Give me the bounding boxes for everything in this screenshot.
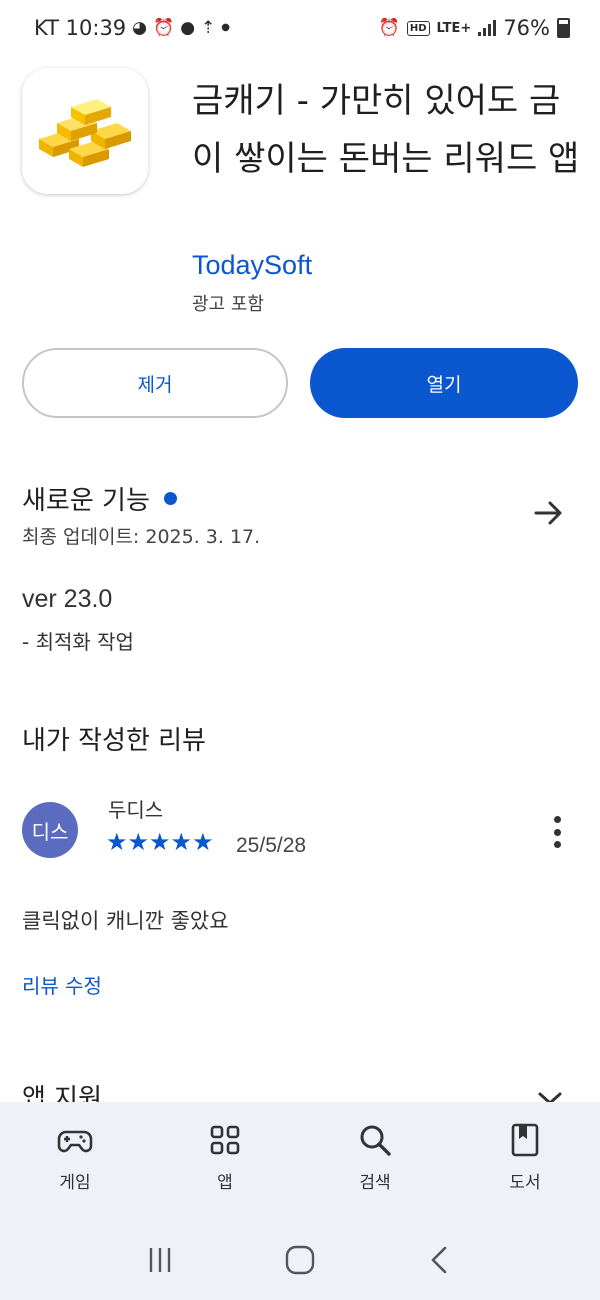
nav-label-games: 게임 [59, 1173, 91, 1193]
battery-percent: 76% [503, 16, 550, 40]
back-button[interactable] [420, 1240, 460, 1280]
whats-new-title: 새로운 기능 [22, 486, 150, 516]
hd-voice-icon: HD [406, 20, 430, 36]
version-text: ver 23.0 [22, 585, 113, 613]
reviewer-name: 두디스 [108, 798, 164, 822]
developer-link[interactable]: TodaySoft [192, 250, 312, 281]
book-icon [511, 1123, 539, 1157]
nav-label-search: 검색 [359, 1173, 391, 1193]
status-bar-left: KT 10:39 ◕ ⏰ ● ⇡ ● [34, 16, 230, 40]
chat-icon: ● [180, 17, 196, 38]
last-updated: 최종 업데이트: 2025. 3. 17. [22, 526, 261, 548]
open-button[interactable]: 열기 [310, 348, 578, 418]
back-icon [431, 1246, 447, 1274]
notification-app-icon: ◕ [132, 17, 148, 38]
ads-label: 광고 포함 [192, 294, 264, 315]
recent-apps-button[interactable] [140, 1240, 180, 1280]
app-icon [22, 68, 148, 194]
bottom-navigation: 게임 앱 검색 도서 [0, 1102, 600, 1220]
apps-grid-icon [210, 1125, 240, 1155]
search-icon [360, 1125, 391, 1156]
signal-icon [478, 20, 497, 36]
review-date: 25/5/28 [236, 834, 307, 857]
nav-item-apps[interactable]: 앱 [150, 1102, 300, 1220]
nav-item-games[interactable]: 게임 [0, 1102, 150, 1220]
remove-button[interactable]: 제거 [22, 348, 288, 418]
new-indicator-dot [163, 492, 177, 505]
nav-label-apps: 앱 [217, 1173, 233, 1193]
gamepad-icon [57, 1130, 93, 1153]
more-notifications-icon: ● [221, 22, 231, 33]
whats-new-section-header[interactable]: 새로운 기능 [22, 480, 177, 517]
status-bar: KT 10:39 ◕ ⏰ ● ⇡ ● ⏰ HD LTE+ 76% [0, 0, 600, 56]
release-notes: - 최적화 작업 [22, 630, 134, 654]
system-navigation-bar [0, 1220, 600, 1300]
gold-bars-icon [39, 99, 131, 167]
battery-icon [557, 18, 570, 38]
edit-review-link[interactable]: 리뷰 수정 [22, 970, 102, 999]
status-bar-right: ⏰ HD LTE+ 76% [379, 16, 570, 40]
home-icon [285, 1245, 315, 1275]
star-rating: ★★★★★ [106, 828, 214, 856]
network-type: LTE+ [436, 20, 472, 36]
nav-label-books: 도서 [509, 1173, 541, 1193]
nav-item-books[interactable]: 도서 [450, 1102, 600, 1220]
sync-icon: ⇡ [201, 17, 216, 38]
app-title: 금캐기 - 가만히 있어도 금이 쌓이는 돈버는 리워드 앱 [192, 81, 580, 179]
alarm-icon: ⏰ [378, 17, 400, 38]
my-review-heading: 내가 작성한 리뷰 [22, 726, 206, 756]
recent-apps-icon [149, 1248, 171, 1272]
carrier-time: KT 10:39 [34, 16, 127, 40]
alarm-icon: ⏰ [153, 17, 175, 38]
avatar: 디스 [22, 802, 78, 858]
more-options-icon[interactable] [544, 812, 570, 852]
review-text: 클릭없이 캐니깐 좋았요 [22, 909, 229, 933]
nav-item-search[interactable]: 검색 [300, 1102, 450, 1220]
arrow-right-icon[interactable] [532, 496, 566, 530]
home-button[interactable] [280, 1240, 320, 1280]
